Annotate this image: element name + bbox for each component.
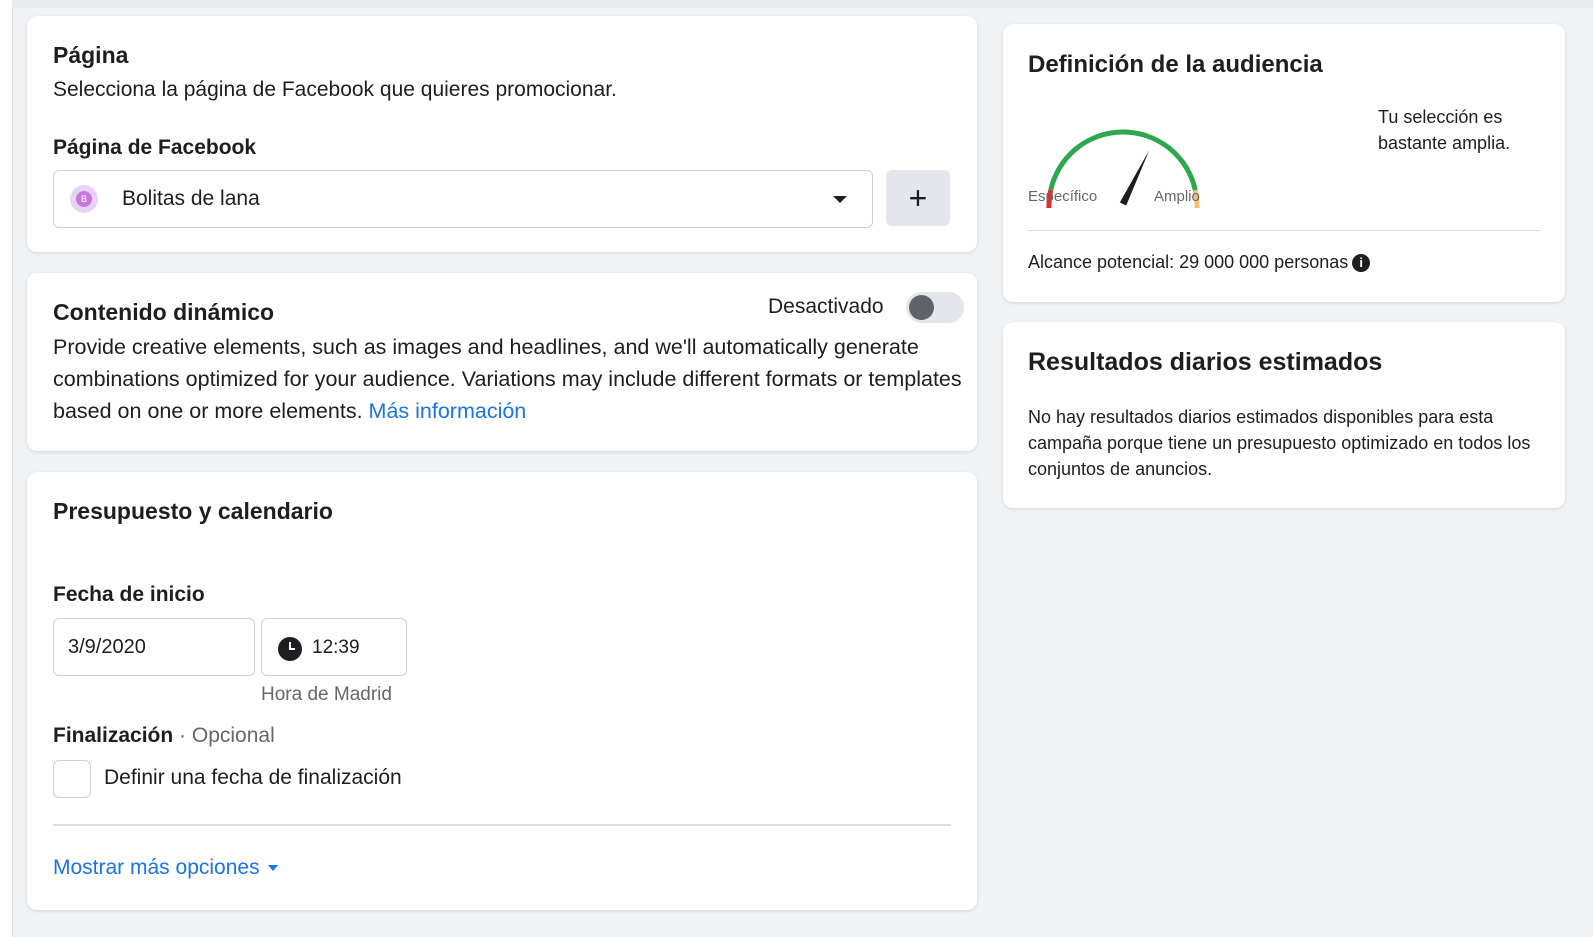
daily-results-description: No hay resultados diarios estimados disp…: [1028, 407, 1531, 479]
info-icon[interactable]: i: [1352, 254, 1371, 273]
dynamic-content-toggle[interactable]: [906, 292, 964, 323]
timezone-label: Hora de Madrid: [261, 684, 392, 705]
chevron-down-icon: [833, 196, 847, 203]
selected-page-name: Bolitas de lana: [122, 187, 260, 210]
end-date-checkbox[interactable]: [53, 760, 91, 798]
more-info-link[interactable]: Más información: [369, 399, 527, 423]
start-time-value: 12:39: [312, 637, 360, 658]
toggle-knob: [909, 295, 934, 320]
start-date-value: 3/9/2020: [68, 636, 146, 658]
more-options-link[interactable]: Mostrar más opciones: [53, 856, 278, 880]
gauge-good-arc: [1048, 129, 1198, 191]
page-section-title: Página: [53, 42, 129, 68]
end-optional-label: · Opcional: [179, 724, 275, 747]
gauge-right-label: Amplio: [1154, 188, 1200, 205]
clock-icon: [278, 637, 302, 661]
facebook-page-select[interactable]: B Bolitas de lana: [53, 170, 873, 228]
budget-schedule-card: Presupuesto y calendario Fecha de inicio…: [27, 472, 977, 910]
potential-reach-row: Alcance potencial: 29 000 000 personas i: [1028, 252, 1371, 273]
gauge-needle-icon: [1119, 149, 1150, 206]
start-date-label: Fecha de inicio: [53, 583, 205, 606]
dynamic-content-description: Provide creative elements, such as image…: [53, 331, 963, 427]
potential-reach-text: Alcance potencial: 29 000 000 personas: [1028, 252, 1349, 272]
start-time-input[interactable]: 12:39: [261, 618, 407, 676]
start-date-input[interactable]: 3/9/2020: [53, 618, 255, 676]
window-top-edge: [12, 0, 1593, 8]
page-avatar: B: [70, 185, 98, 213]
end-date-heading: Finalización · Opcional: [53, 724, 275, 748]
end-date-checkbox-label: Definir una fecha de finalización: [104, 766, 402, 789]
facebook-page-label: Página de Facebook: [53, 136, 257, 159]
end-label: Finalización: [53, 724, 174, 747]
audience-definition-card: Definición de la audiencia Específico Am…: [1003, 24, 1565, 302]
audience-selection-status: Tu selección es bastante amplia.: [1378, 107, 1511, 153]
daily-results-title: Resultados diarios estimados: [1028, 348, 1383, 376]
budget-section-title: Presupuesto y calendario: [53, 498, 333, 524]
page-avatar-letter: B: [76, 191, 92, 207]
dynamic-content-toggle-status: Desactivado: [768, 295, 884, 318]
add-page-button[interactable]: +: [886, 170, 950, 226]
divider: [53, 824, 951, 826]
audience-divider: [1028, 230, 1540, 231]
page-section-description: Selecciona la página de Facebook que qui…: [53, 78, 617, 101]
page-card: Página Selecciona la página de Facebook …: [27, 16, 977, 252]
dynamic-content-card: Contenido dinámico Desactivado Provide c…: [27, 273, 977, 451]
gauge-left-label: Específico: [1028, 188, 1098, 205]
daily-results-card: Resultados diarios estimados No hay resu…: [1003, 322, 1565, 508]
more-options-label: Mostrar más opciones: [53, 856, 260, 879]
caret-down-icon: [267, 865, 278, 872]
audience-title: Definición de la audiencia: [1028, 51, 1323, 78]
dynamic-content-title: Contenido dinámico: [53, 299, 275, 325]
window-left-edge: [0, 0, 13, 937]
